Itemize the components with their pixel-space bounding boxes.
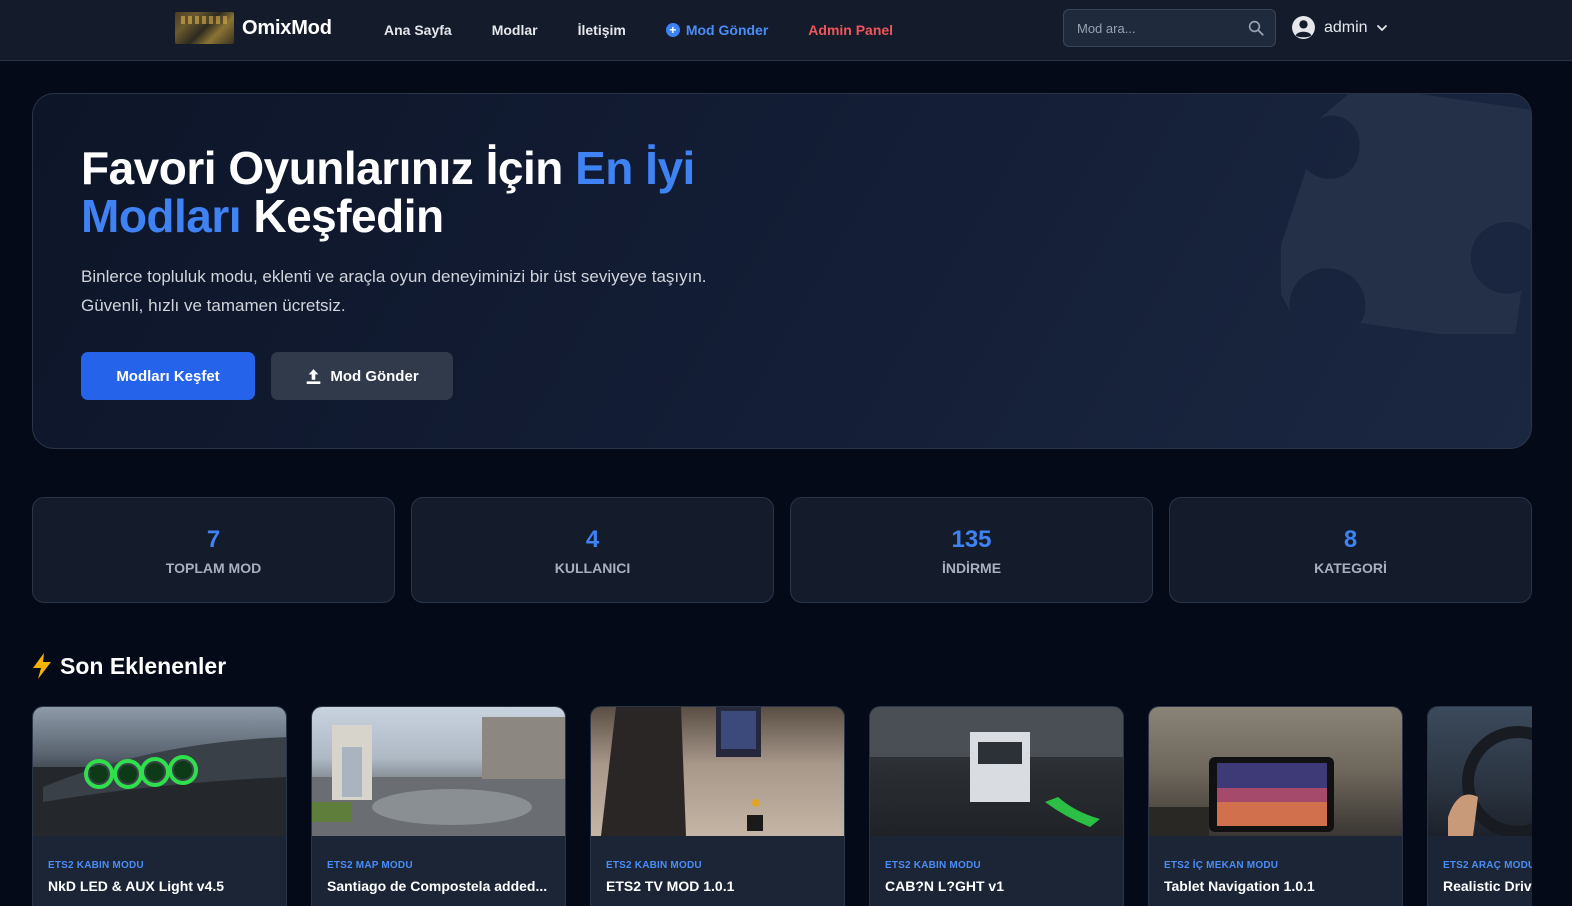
mod-card[interactable]: ETS2 KABIN MODU NkD LED & AUX Light v4.5 <box>32 706 287 906</box>
mod-card-image <box>1428 707 1532 836</box>
mod-card-category: ETS2 MAP MODU <box>327 860 413 871</box>
mod-card[interactable]: ETS2 İÇ MEKAN MODU Tablet Navigation 1.0… <box>1148 706 1403 906</box>
mod-card-title: ETS2 TV MOD 1.0.1 <box>606 878 735 894</box>
mod-card[interactable]: ETS2 ARAÇ MODU Realistic Driving <box>1427 706 1532 906</box>
mod-card-image <box>33 707 286 836</box>
mod-card-title: Realistic Driving <box>1443 878 1532 894</box>
mod-card-category: ETS2 İÇ MEKAN MODU <box>1164 860 1279 871</box>
mod-card-title: Tablet Navigation 1.0.1 <box>1164 878 1315 894</box>
mod-card-title: NkD LED & AUX Light v4.5 <box>48 878 225 894</box>
mod-card-image <box>870 707 1123 836</box>
mod-card[interactable]: ETS2 KABIN MODU ETS2 TV MOD 1.0.1 <box>590 706 845 906</box>
mod-card-image <box>1149 707 1402 836</box>
mod-card-category: ETS2 KABIN MODU <box>885 860 981 871</box>
mod-card-title: Santiago de Compostela added... <box>327 878 548 894</box>
mod-card[interactable]: ETS2 KABIN MODU CAB?N L?GHT v1 <box>869 706 1124 906</box>
mod-card-title: CAB?N L?GHT v1 <box>885 878 1004 894</box>
recent-cards-row: ETS2 KABIN MODU NkD LED & AUX Light v4.5… <box>0 0 1532 906</box>
mod-card-category: ETS2 KABIN MODU <box>606 860 702 871</box>
mod-card-category: ETS2 ARAÇ MODU <box>1443 860 1532 871</box>
mod-card-image <box>312 707 565 836</box>
mod-card[interactable]: ETS2 MAP MODU Santiago de Compostela add… <box>311 706 566 906</box>
mod-card-category: ETS2 KABIN MODU <box>48 860 144 871</box>
mod-card-image <box>591 707 844 836</box>
